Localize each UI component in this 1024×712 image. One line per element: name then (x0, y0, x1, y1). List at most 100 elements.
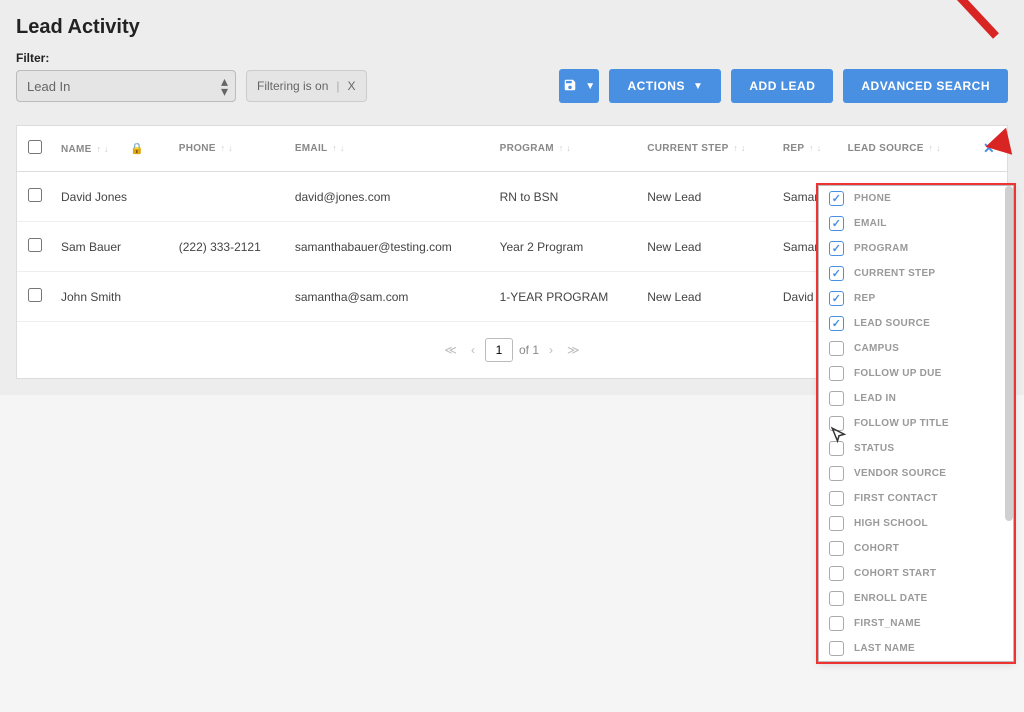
lock-icon: 🔒 (130, 143, 144, 155)
checkbox-icon[interactable] (829, 291, 844, 306)
checkbox-icon[interactable] (829, 591, 844, 606)
add-lead-button[interactable]: ADD LEAD (731, 69, 833, 103)
column-option-label: PHONE (854, 193, 891, 204)
column-option[interactable]: FOLLOW UP DUE (819, 361, 1013, 386)
col-leadsource-label: LEAD SOURCE (848, 143, 924, 154)
column-option-label: FOLLOW UP TITLE (854, 418, 949, 429)
col-currentstep-label: CURRENT STEP (647, 143, 728, 154)
col-phone-label: PHONE (179, 143, 216, 154)
col-lead-source[interactable]: LEAD SOURCE ↑ ↓ (840, 126, 969, 172)
column-option-label: COHORT (854, 543, 899, 554)
checkbox-icon[interactable] (829, 441, 844, 456)
advanced-search-button[interactable]: ADVANCED SEARCH (843, 69, 1008, 103)
column-option-label: LAST NAME (854, 643, 915, 654)
row-checkbox[interactable] (28, 238, 42, 252)
col-program[interactable]: PROGRAM ↑ ↓ (492, 126, 640, 172)
column-option[interactable]: VENDOR SOURCE (819, 461, 1013, 486)
col-rep-label: REP (783, 143, 804, 154)
sort-icon: ↑ ↓ (806, 143, 821, 153)
sort-icon: ↑ ↓ (731, 143, 746, 153)
cell-email: samanthabauer@testing.com (287, 222, 492, 272)
checkbox-icon[interactable] (829, 341, 844, 356)
col-program-label: PROGRAM (500, 143, 554, 154)
page-prev-button[interactable]: ‹ (467, 341, 479, 359)
page-input[interactable] (485, 338, 513, 362)
actions-button[interactable]: ACTIONS ▼ (609, 69, 721, 103)
column-option-label: FOLLOW UP DUE (854, 368, 942, 379)
col-phone[interactable]: PHONE ↑ ↓ (171, 126, 287, 172)
cell-name: Sam Bauer (53, 222, 171, 272)
column-option-label: PROGRAM (854, 243, 908, 254)
column-option[interactable]: LEAD IN (819, 386, 1013, 411)
page-last-button[interactable]: ≫ (563, 341, 584, 359)
column-option[interactable]: LAST NAME (819, 636, 1013, 661)
column-option[interactable]: CURRENT STEP (819, 261, 1013, 286)
column-option[interactable]: EMAIL (819, 211, 1013, 236)
header-select-all[interactable] (17, 126, 53, 172)
select-all-checkbox[interactable] (28, 140, 42, 154)
col-name[interactable]: NAME ↑ ↓ 🔒 (53, 126, 171, 172)
col-current-step[interactable]: CURRENT STEP ↑ ↓ (639, 126, 775, 172)
column-option[interactable]: LEAD SOURCE (819, 311, 1013, 336)
checkbox-icon[interactable] (829, 566, 844, 581)
col-rep[interactable]: REP ↑ ↓ (775, 126, 840, 172)
caret-down-icon: ▼ (693, 81, 703, 92)
cell-email: david@jones.com (287, 172, 492, 222)
scrollbar-thumb[interactable] (1005, 186, 1013, 521)
column-option[interactable]: ENROLL DATE (819, 586, 1013, 611)
column-option[interactable]: FIRST_NAME (819, 611, 1013, 636)
page-first-button[interactable]: ≪ (440, 341, 461, 359)
sort-icon: ↑ ↓ (329, 143, 344, 153)
column-picker-menu[interactable]: PHONE EMAIL PROGRAM CURRENT STEP REPLEAD SOU… (818, 185, 1014, 662)
page-of-label: of 1 (519, 343, 539, 357)
cell-current-step: New Lead (639, 222, 775, 272)
checkbox-icon[interactable] (829, 516, 844, 531)
row-checkbox[interactable] (28, 288, 42, 302)
column-picker-toggle[interactable]: ✕ (969, 126, 1007, 172)
filter-select-button[interactable]: Lead In (16, 70, 236, 102)
checkbox-icon[interactable] (829, 316, 844, 331)
column-option[interactable]: FOLLOW UP TITLE (819, 411, 1013, 436)
checkbox-icon[interactable] (829, 366, 844, 381)
sort-icon: ↑ ↓ (218, 143, 233, 153)
cell-program: Year 2 Program (492, 222, 640, 272)
column-option-label: CAMPUS (854, 343, 899, 354)
checkbox-icon[interactable] (829, 266, 844, 281)
cell-program: RN to BSN (492, 172, 640, 222)
column-option[interactable]: COHORT START (819, 561, 1013, 586)
checkbox-icon[interactable] (829, 616, 844, 631)
checkbox-icon[interactable] (829, 541, 844, 556)
checkbox-icon[interactable] (829, 191, 844, 206)
checkbox-icon[interactable] (829, 391, 844, 406)
column-option[interactable]: FIRST CONTACT (819, 486, 1013, 511)
checkbox-icon[interactable] (829, 416, 844, 431)
column-option[interactable]: HIGH SCHOOL (819, 511, 1013, 536)
column-option[interactable]: COHORT (819, 536, 1013, 561)
column-option[interactable]: PHONE (819, 186, 1013, 211)
checkbox-icon[interactable] (829, 491, 844, 506)
col-name-label: NAME (61, 144, 92, 155)
column-option-label: CURRENT STEP (854, 268, 935, 279)
column-option[interactable]: PROGRAM (819, 236, 1013, 261)
checkbox-icon[interactable] (829, 241, 844, 256)
row-checkbox[interactable] (28, 188, 42, 202)
column-option-label: STATUS (854, 443, 894, 454)
filtering-text: Filtering is on (257, 79, 328, 93)
checkbox-icon[interactable] (829, 466, 844, 481)
filter-select[interactable]: Lead In ▴▾ (16, 70, 236, 102)
checkbox-icon[interactable] (829, 641, 844, 656)
col-email-label: EMAIL (295, 143, 328, 154)
column-option[interactable]: STATUS (819, 436, 1013, 461)
column-option[interactable]: CAMPUS (819, 336, 1013, 361)
checkbox-icon[interactable] (829, 216, 844, 231)
page-title: Lead Activity (16, 16, 1008, 39)
save-menu-button[interactable]: ▼ (559, 69, 599, 103)
caret-down-icon: ▼ (585, 81, 595, 92)
col-email[interactable]: EMAIL ↑ ↓ (287, 126, 492, 172)
cell-phone: (222) 333-2121 (171, 222, 287, 272)
page-next-button[interactable]: › (545, 341, 557, 359)
cell-phone (171, 172, 287, 222)
column-option[interactable]: REP (819, 286, 1013, 311)
actions-label: ACTIONS (627, 79, 685, 93)
filtering-close-button[interactable]: X (348, 79, 356, 93)
